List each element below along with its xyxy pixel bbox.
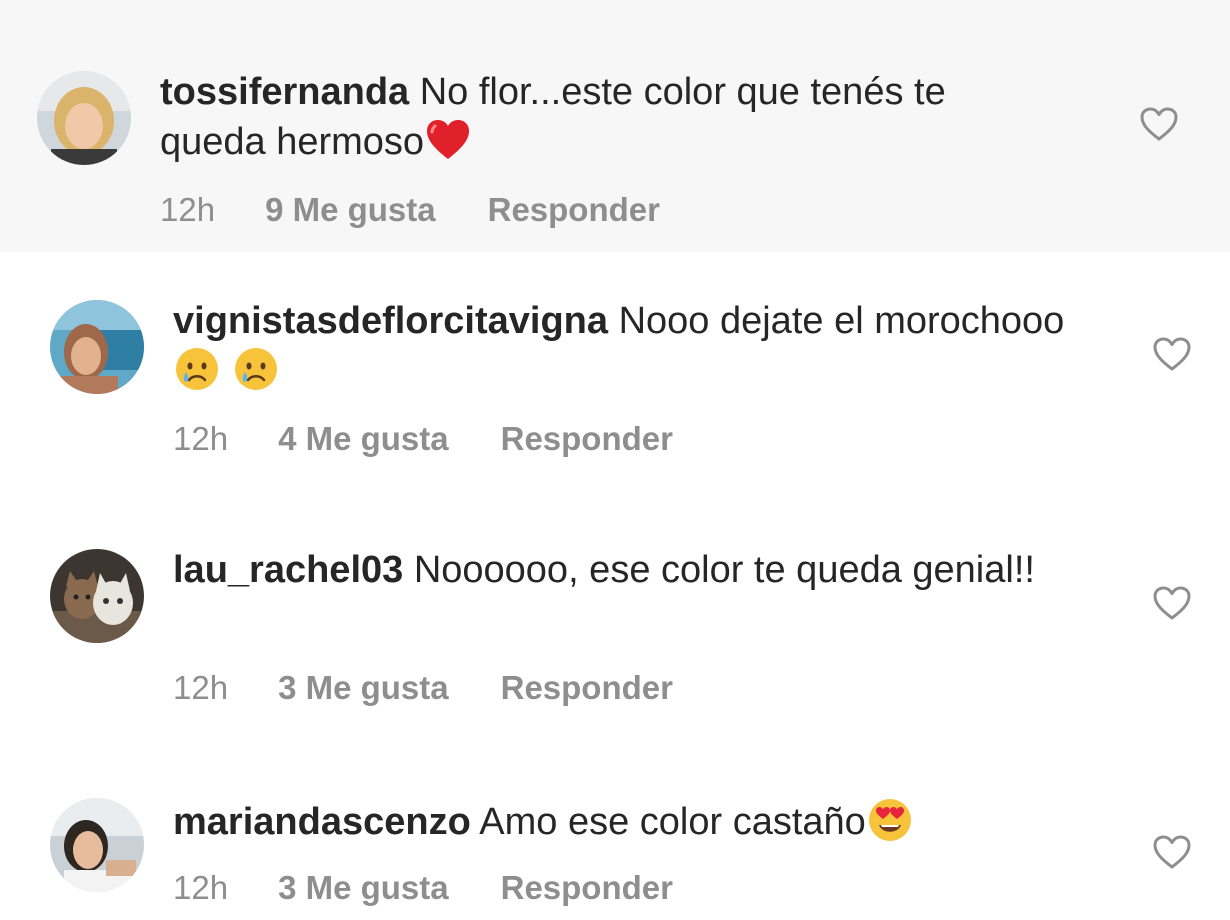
comment-item: lau_rachel03 Noooooo, ese color te queda… — [0, 502, 1230, 750]
comment-text: tossifernanda No flor...este color que t… — [160, 68, 1060, 166]
reply-button[interactable]: Responder — [488, 190, 660, 230]
heart-outline-icon — [1153, 586, 1191, 620]
comment-meta: 12h 9 Me gusta Responder — [160, 190, 660, 230]
like-button[interactable] — [1139, 106, 1179, 142]
comment-username[interactable]: vignistasdeflorcitavigna — [173, 300, 608, 342]
comment-timestamp: 12h — [173, 420, 229, 457]
avatar[interactable] — [50, 300, 144, 394]
comment-text: vignistasdeflorcitavigna Nooo dejate el … — [173, 297, 1073, 395]
likes-count-link[interactable]: 3 Me gusta — [278, 668, 449, 708]
comment-body: Amo ese color castaño — [470, 801, 866, 843]
comment-text: lau_rachel03 Noooooo, ese color te queda… — [173, 546, 1073, 594]
likes-count-link[interactable]: 3 Me gusta — [278, 868, 449, 908]
smiling-face-with-heart-eyes-emoji — [868, 799, 911, 841]
crying-face-emoji — [176, 348, 218, 390]
avatar[interactable] — [50, 549, 144, 643]
comment-timestamp: 12h — [173, 669, 229, 706]
reply-button[interactable]: Responder — [501, 668, 673, 708]
avatar-image — [50, 549, 144, 643]
avatar-image — [37, 71, 131, 165]
comment-item: tossifernanda No flor...este color que t… — [0, 0, 1230, 252]
comment-username[interactable]: lau_rachel03 — [173, 549, 403, 591]
avatar[interactable] — [37, 71, 131, 165]
crying-face-emoji — [234, 348, 277, 390]
heart-outline-icon — [1153, 337, 1191, 371]
comment-meta: 12h 3 Me gusta Responder — [173, 668, 673, 708]
like-button[interactable] — [1152, 834, 1192, 870]
likes-count-link[interactable]: 4 Me gusta — [278, 419, 449, 459]
comment-text: mariandascenzo Amo ese color castaño — [173, 796, 1073, 846]
avatar[interactable] — [50, 798, 144, 892]
reply-button[interactable]: Responder — [501, 419, 673, 459]
likes-count-link[interactable]: 9 Me gusta — [265, 190, 436, 230]
reply-button[interactable]: Responder — [501, 868, 673, 908]
like-button[interactable] — [1152, 336, 1192, 372]
comment-body: Nooo dejate el morochooo — [608, 300, 1065, 342]
comments-list: tossifernanda No flor...este color que t… — [0, 0, 1230, 920]
heart-outline-icon — [1140, 107, 1178, 141]
comment-meta: 12h 4 Me gusta Responder — [173, 419, 673, 459]
comment-item: vignistasdeflorcitavigna Nooo dejate el … — [0, 252, 1230, 502]
red-heart-emoji — [427, 120, 470, 159]
comment-username[interactable]: tossifernanda — [160, 71, 409, 113]
avatar-image — [50, 300, 144, 394]
heart-outline-icon — [1153, 835, 1191, 869]
like-button[interactable] — [1152, 585, 1192, 621]
comment-timestamp: 12h — [160, 191, 216, 228]
comment-meta: 12h 3 Me gusta Responder — [173, 868, 673, 908]
comment-timestamp: 12h — [173, 869, 229, 906]
comment-username[interactable]: mariandascenzo — [173, 801, 471, 843]
avatar-image — [50, 798, 144, 892]
comment-item: mariandascenzo Amo ese color castaño 12h… — [0, 750, 1230, 920]
comment-body: Noooooo, ese color te queda genial!! — [403, 549, 1035, 591]
